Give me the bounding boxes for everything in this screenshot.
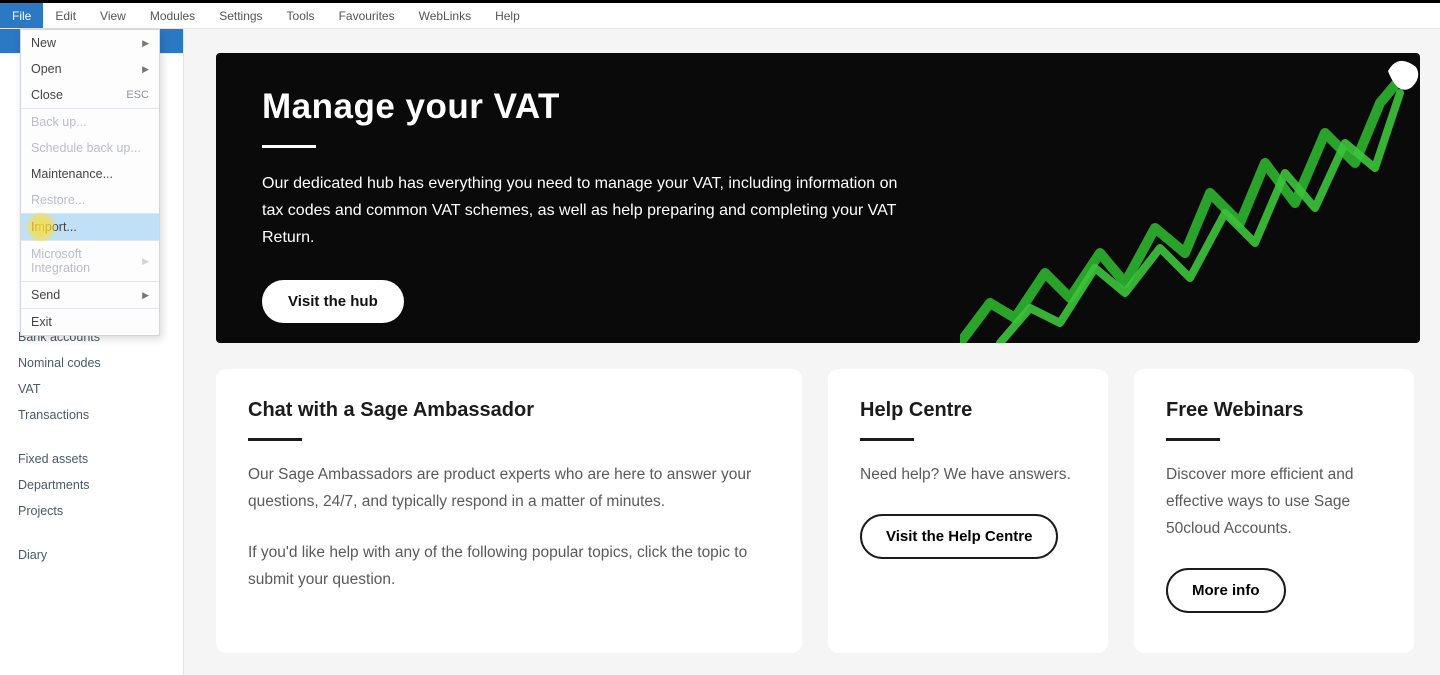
card-help-body: Need help? We have answers. xyxy=(860,461,1076,488)
chevron-right-icon: ▶ xyxy=(142,38,149,49)
file-menu-schedule-back-up: Schedule back up... xyxy=(21,135,159,161)
card-chat-p1: Our Sage Ambassadors are product experts… xyxy=(248,461,770,515)
chevron-right-icon: ▶ xyxy=(142,256,149,267)
sidebar-item-vat[interactable]: VAT xyxy=(0,376,183,402)
chevron-right-icon: ▶ xyxy=(142,64,149,75)
sidebar-item-nominal-codes[interactable]: Nominal codes xyxy=(0,350,183,376)
file-menu-import[interactable]: Import... xyxy=(21,214,159,240)
content-area: Manage your VAT Our dedicated hub has ev… xyxy=(184,29,1440,675)
card-help-title: Help Centre xyxy=(860,399,1076,422)
card-webinars-title: Free Webinars xyxy=(1166,399,1382,422)
sidebar-item-diary[interactable]: Diary xyxy=(0,542,183,568)
file-menu-restore: Restore... xyxy=(21,187,159,213)
more-info-button[interactable]: More info xyxy=(1166,568,1286,613)
file-menu-dropdown: New▶Open▶CloseESCBack up...Schedule back… xyxy=(20,29,160,336)
menu-modules[interactable]: Modules xyxy=(138,3,207,28)
menu-edit[interactable]: Edit xyxy=(43,3,88,28)
file-menu-exit[interactable]: Exit xyxy=(21,309,159,335)
chevron-right-icon: ▶ xyxy=(142,290,149,301)
hero-banner: Manage your VAT Our dedicated hub has ev… xyxy=(216,53,1420,343)
visit-hub-button[interactable]: Visit the hub xyxy=(262,280,404,323)
sidebar-item-projects[interactable]: Projects xyxy=(0,498,183,524)
file-menu-new[interactable]: New▶ xyxy=(21,30,159,56)
file-menu-open[interactable]: Open▶ xyxy=(21,56,159,82)
menu-file[interactable]: File xyxy=(0,3,43,28)
menu-settings[interactable]: Settings xyxy=(207,3,274,28)
hero-body: Our dedicated hub has everything you nee… xyxy=(262,170,902,252)
card-chat: Chat with a Sage Ambassador Our Sage Amb… xyxy=(216,369,802,653)
menu-help[interactable]: Help xyxy=(483,3,532,28)
card-chat-title: Chat with a Sage Ambassador xyxy=(248,399,770,422)
file-menu-close[interactable]: CloseESC xyxy=(21,82,159,108)
menu-weblinks[interactable]: WebLinks xyxy=(407,3,483,28)
sidebar-item-departments[interactable]: Departments xyxy=(0,472,183,498)
card-help: Help Centre Need help? We have answers. … xyxy=(828,369,1108,653)
card-webinars-body: Discover more efficient and effective wa… xyxy=(1166,461,1382,542)
visit-help-centre-button[interactable]: Visit the Help Centre xyxy=(860,514,1058,559)
card-chat-p2: If you'd like help with any of the follo… xyxy=(248,539,770,593)
file-menu-maintenance[interactable]: Maintenance... xyxy=(21,161,159,187)
card-webinars: Free Webinars Discover more efficient an… xyxy=(1134,369,1414,653)
file-menu-send[interactable]: Send▶ xyxy=(21,282,159,308)
file-menu-microsoft-integration: Microsoft Integration▶ xyxy=(21,241,159,281)
hero-chart-illustration xyxy=(960,53,1420,343)
menubar: FileEditViewModulesSettingsToolsFavourit… xyxy=(0,3,1440,29)
sidebar-item-fixed-assets[interactable]: Fixed assets xyxy=(0,446,183,472)
file-menu-back-up: Back up... xyxy=(21,109,159,135)
menu-view[interactable]: View xyxy=(88,3,138,28)
hero-underline xyxy=(262,145,316,148)
menu-favourites[interactable]: Favourites xyxy=(327,3,407,28)
menu-tools[interactable]: Tools xyxy=(275,3,327,28)
sidebar-item-transactions[interactable]: Transactions xyxy=(0,402,183,428)
